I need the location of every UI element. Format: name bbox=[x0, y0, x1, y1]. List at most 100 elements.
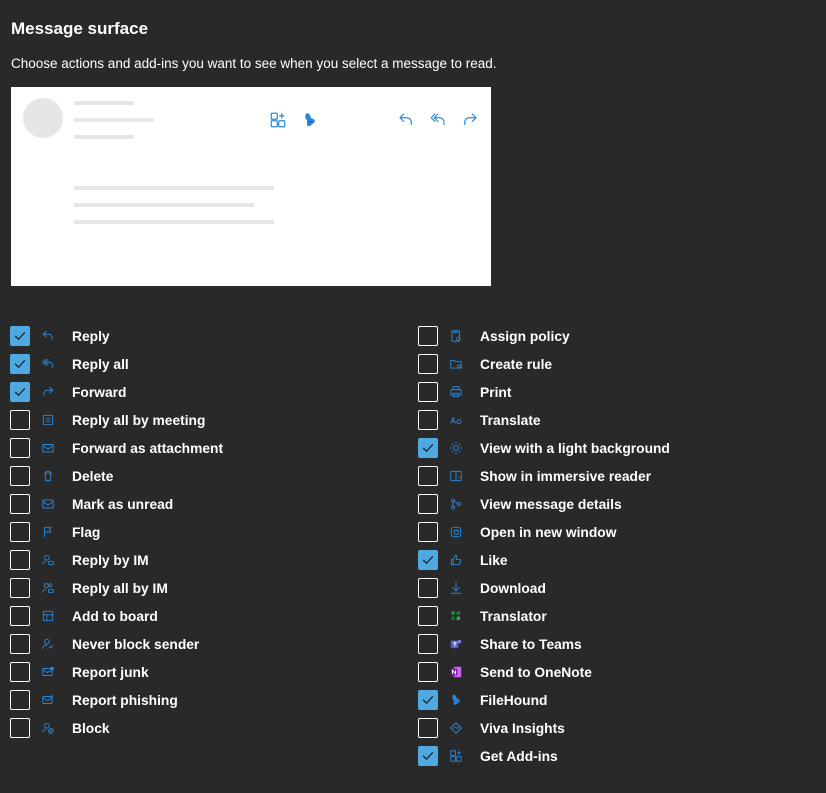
preview-forward-icon bbox=[461, 109, 493, 131]
option-row[interactable]: Assign policy bbox=[418, 322, 670, 350]
message-preview bbox=[11, 87, 491, 286]
checkbox-unchecked[interactable] bbox=[418, 466, 438, 486]
option-row[interactable]: Translator bbox=[418, 602, 670, 630]
checkbox-checked[interactable] bbox=[10, 382, 30, 402]
mail-warning-icon bbox=[40, 692, 56, 708]
option-row[interactable]: Report junk bbox=[10, 658, 223, 686]
option-row[interactable]: Report phishing bbox=[10, 686, 223, 714]
checkbox-unchecked[interactable] bbox=[10, 718, 30, 738]
preview-reply-icon bbox=[397, 109, 429, 131]
option-row[interactable]: Like bbox=[418, 546, 670, 574]
checkbox-unchecked[interactable] bbox=[418, 718, 438, 738]
checkbox-unchecked[interactable] bbox=[10, 550, 30, 570]
option-row[interactable]: Forward bbox=[10, 378, 223, 406]
checkbox-unchecked[interactable] bbox=[418, 634, 438, 654]
checkbox-unchecked[interactable] bbox=[10, 410, 30, 430]
option-row[interactable]: Reply bbox=[10, 322, 223, 350]
checkbox-unchecked[interactable] bbox=[10, 606, 30, 626]
checkbox-unchecked[interactable] bbox=[418, 494, 438, 514]
option-row[interactable]: Show in immersive reader bbox=[418, 462, 670, 490]
option-row[interactable]: Share to Teams bbox=[418, 630, 670, 658]
preview-like-icon bbox=[333, 109, 365, 131]
option-row[interactable]: Flag bbox=[10, 518, 223, 546]
trash-icon bbox=[40, 468, 56, 484]
checkbox-checked[interactable] bbox=[418, 746, 438, 766]
option-row[interactable]: Create rule bbox=[418, 350, 670, 378]
option-label: Create rule bbox=[480, 356, 553, 372]
option-row[interactable]: Send to OneNote bbox=[418, 658, 670, 686]
option-row[interactable]: Forward as attachment bbox=[10, 434, 223, 462]
checkbox-unchecked[interactable] bbox=[10, 466, 30, 486]
body-line-placeholder bbox=[74, 220, 274, 224]
checkbox-unchecked[interactable] bbox=[418, 522, 438, 542]
preview-toolbar bbox=[269, 109, 493, 131]
thumbs-up-icon bbox=[448, 552, 464, 568]
option-row[interactable]: View message details bbox=[418, 490, 670, 518]
board-icon bbox=[40, 608, 56, 624]
checkbox-unchecked[interactable] bbox=[418, 662, 438, 682]
option-label: Mark as unread bbox=[72, 496, 174, 512]
option-row[interactable]: Never block sender bbox=[10, 630, 223, 658]
checkbox-unchecked[interactable] bbox=[10, 494, 30, 514]
preview-add-ins-icon bbox=[269, 109, 301, 131]
option-label: Report junk bbox=[72, 664, 149, 680]
option-label: Never block sender bbox=[72, 636, 200, 652]
option-label: Show in immersive reader bbox=[480, 468, 651, 484]
option-row[interactable]: Reply all bbox=[10, 350, 223, 378]
people-chat-icon bbox=[40, 580, 56, 596]
checkbox-unchecked[interactable] bbox=[10, 522, 30, 542]
option-label: Translator bbox=[480, 608, 547, 624]
option-row[interactable]: Reply all by IM bbox=[10, 574, 223, 602]
teams-icon bbox=[448, 636, 464, 652]
checkbox-checked[interactable] bbox=[418, 438, 438, 458]
option-row[interactable]: Translate bbox=[418, 406, 670, 434]
onenote-icon bbox=[448, 664, 464, 680]
page-title: Message surface bbox=[11, 19, 149, 38]
calendar-reply-icon bbox=[40, 412, 56, 428]
option-row[interactable]: Reply all by meeting bbox=[10, 406, 223, 434]
checkbox-checked[interactable] bbox=[10, 326, 30, 346]
checkbox-unchecked[interactable] bbox=[10, 690, 30, 710]
option-label: Reply all by meeting bbox=[72, 412, 206, 428]
checkbox-unchecked[interactable] bbox=[10, 438, 30, 458]
checkbox-unchecked[interactable] bbox=[10, 662, 30, 682]
checkbox-checked[interactable] bbox=[418, 690, 438, 710]
options-left-column: Reply Reply all Forward Reply all by meetin… bbox=[10, 322, 223, 742]
option-label: Download bbox=[480, 580, 546, 596]
checkbox-unchecked[interactable] bbox=[10, 578, 30, 598]
checkbox-checked[interactable] bbox=[418, 550, 438, 570]
option-label: Forward as attachment bbox=[72, 440, 224, 456]
checkbox-unchecked[interactable] bbox=[418, 410, 438, 430]
checkbox-unchecked[interactable] bbox=[418, 606, 438, 626]
checkbox-unchecked[interactable] bbox=[418, 578, 438, 598]
option-row[interactable]: Viva Insights bbox=[418, 714, 670, 742]
body-line-placeholder bbox=[74, 186, 274, 190]
new-window-icon bbox=[448, 524, 464, 540]
immersive-reader-icon bbox=[448, 468, 464, 484]
option-row[interactable]: Download bbox=[418, 574, 670, 602]
option-label: Flag bbox=[72, 524, 101, 540]
date-line-placeholder bbox=[74, 135, 134, 139]
option-row[interactable]: Get Add-ins bbox=[418, 742, 670, 770]
checkbox-checked[interactable] bbox=[10, 354, 30, 374]
checkbox-unchecked[interactable] bbox=[418, 382, 438, 402]
option-row[interactable]: Add to board bbox=[10, 602, 223, 630]
option-row[interactable]: Print bbox=[418, 378, 670, 406]
option-row[interactable]: View with a light background bbox=[418, 434, 670, 462]
option-label: Block bbox=[72, 720, 110, 736]
option-row[interactable]: Block bbox=[10, 714, 223, 742]
option-row[interactable]: Open in new window bbox=[418, 518, 670, 546]
checkbox-unchecked[interactable] bbox=[418, 326, 438, 346]
option-row[interactable]: Mark as unread bbox=[10, 490, 223, 518]
option-row[interactable]: FileHound bbox=[418, 686, 670, 714]
checkbox-unchecked[interactable] bbox=[10, 634, 30, 654]
option-label: FileHound bbox=[480, 692, 548, 708]
reply-icon bbox=[40, 328, 56, 344]
page-subtitle: Choose actions and add-ins you want to s… bbox=[11, 56, 497, 71]
option-row[interactable]: Delete bbox=[10, 462, 223, 490]
checkbox-unchecked[interactable] bbox=[418, 354, 438, 374]
option-label: Forward bbox=[72, 384, 127, 400]
option-row[interactable]: Reply by IM bbox=[10, 546, 223, 574]
options-right-column: Assign policy Create rule Print Translate Vi… bbox=[418, 322, 670, 770]
translator-icon bbox=[448, 608, 464, 624]
